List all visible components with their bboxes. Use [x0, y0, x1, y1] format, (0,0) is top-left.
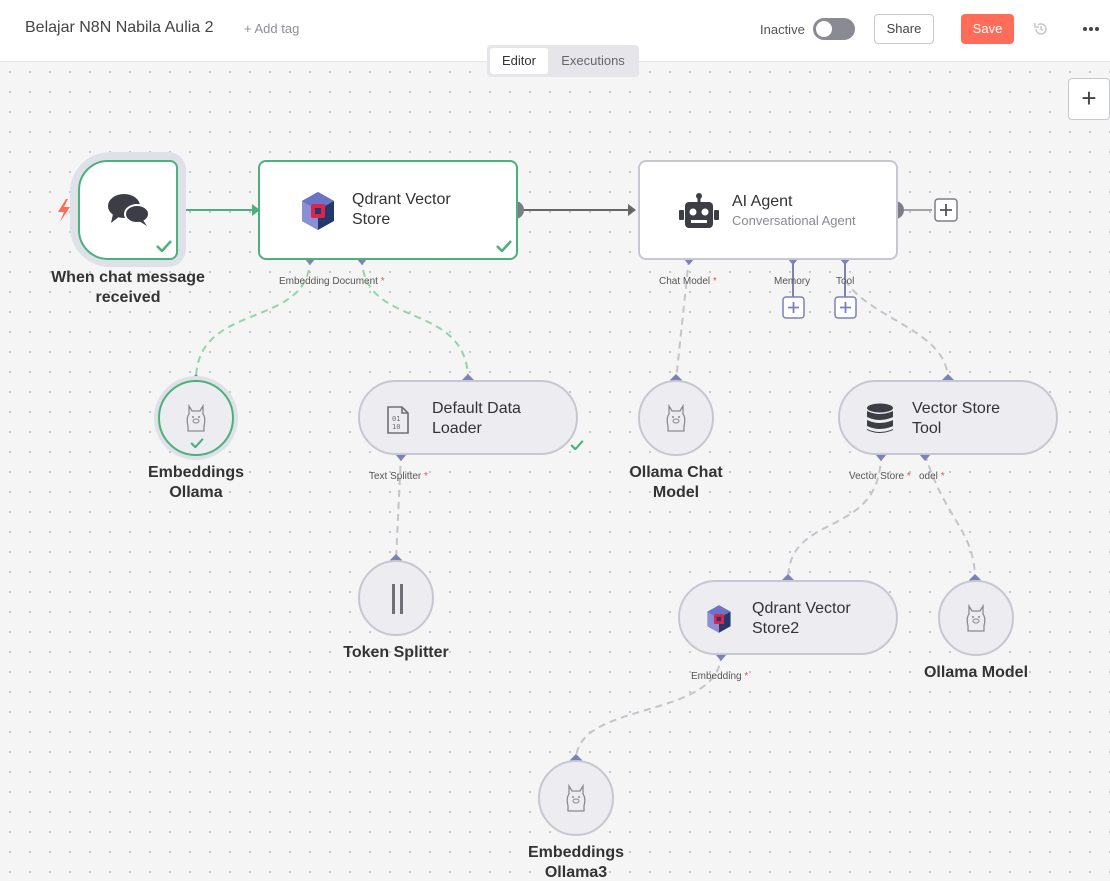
- add-output-icon: [934, 198, 958, 222]
- node-title-qdrant2: Qdrant Vector Store2: [752, 600, 851, 637]
- add-memory-icon: [782, 296, 805, 319]
- node-ollama-chat-model[interactable]: [638, 380, 714, 456]
- node-label-token-splitter: Token Splitter: [343, 644, 449, 661]
- qdrant-logo-icon: [707, 605, 731, 633]
- node-label-ollama-chat-model: Ollama Chat Model: [629, 464, 723, 501]
- ollama-llama-icon: [966, 604, 986, 632]
- ollama-llama-icon: [666, 404, 686, 432]
- node-title-data-loader: Default Data Loader: [432, 400, 521, 437]
- node-vector-store-tool[interactable]: Vector Store Tool: [838, 380, 1058, 455]
- ollama-llama-icon: [186, 404, 206, 432]
- binary-file-icon: 01 10: [387, 406, 409, 434]
- port-label-memory: Memory: [774, 276, 811, 287]
- node-title-ai-agent: AI Agent: [732, 193, 793, 210]
- node-chat-trigger[interactable]: [78, 160, 178, 260]
- add-tool-icon: [834, 296, 857, 319]
- port-label-model: odel *: [919, 471, 945, 482]
- port-label-embedding-document: Embedding Document *: [279, 276, 385, 287]
- robot-icon: [679, 193, 719, 228]
- port-label-tool: Tool: [836, 276, 855, 287]
- success-check-icon: [496, 240, 512, 252]
- node-embeddings-ollama[interactable]: [158, 380, 234, 456]
- qdrant-logo-icon: [302, 192, 334, 230]
- port-label-chat-model: Chat Model *: [659, 276, 717, 287]
- node-qdrant-vector-store[interactable]: Qdrant Vector Store: [258, 160, 518, 260]
- node-label-chat-trigger: When chat message received: [51, 269, 205, 306]
- node-ollama-model[interactable]: [938, 580, 1014, 656]
- node-label-embeddings-ollama3: Embeddings Ollama3: [527, 844, 624, 881]
- splitter-bars-icon: [392, 584, 403, 614]
- trigger-lightning-icon: [58, 199, 70, 222]
- node-ai-agent[interactable]: AI Agent Conversational Agent: [638, 160, 898, 260]
- node-default-data-loader[interactable]: 01 10 Default Data Loader: [358, 380, 584, 455]
- chat-bubbles-icon: [108, 194, 150, 226]
- success-check-icon: [190, 438, 204, 448]
- port-label-embedding: Embedding *: [691, 671, 749, 682]
- node-label-embeddings-ollama: Embeddings Ollama: [147, 464, 244, 501]
- tab-executions[interactable]: Executions: [550, 48, 636, 74]
- connection-line: [395, 453, 402, 561]
- svg-text:01: 01: [392, 415, 400, 423]
- node-subtitle-ai-agent: Conversational Agent: [732, 213, 856, 228]
- connection-line: [844, 279, 949, 381]
- node-qdrant-vector-store2[interactable]: Qdrant Vector Store2: [678, 580, 898, 655]
- database-icon: [867, 403, 893, 433]
- node-embeddings-ollama3[interactable]: [538, 760, 614, 836]
- node-title-vector-store-tool: Vector Store Tool: [912, 400, 1001, 437]
- node-token-splitter[interactable]: [358, 560, 434, 636]
- svg-text:10: 10: [392, 423, 400, 431]
- success-check-icon: [570, 440, 584, 450]
- node-title-qdrant: Qdrant Vector Store: [352, 191, 451, 228]
- arrow-head: [628, 204, 636, 216]
- node-label-ollama-model: Ollama Model: [923, 664, 1029, 681]
- port-label-vector-store: Vector Store *: [849, 471, 911, 482]
- success-check-icon: [156, 240, 172, 252]
- connection-line: [575, 653, 722, 761]
- port-label-text-splitter: Text Splitter *: [369, 471, 428, 482]
- tab-editor[interactable]: Editor: [490, 48, 548, 74]
- ollama-llama-icon: [566, 784, 586, 812]
- view-tabs: Editor Executions: [487, 45, 639, 77]
